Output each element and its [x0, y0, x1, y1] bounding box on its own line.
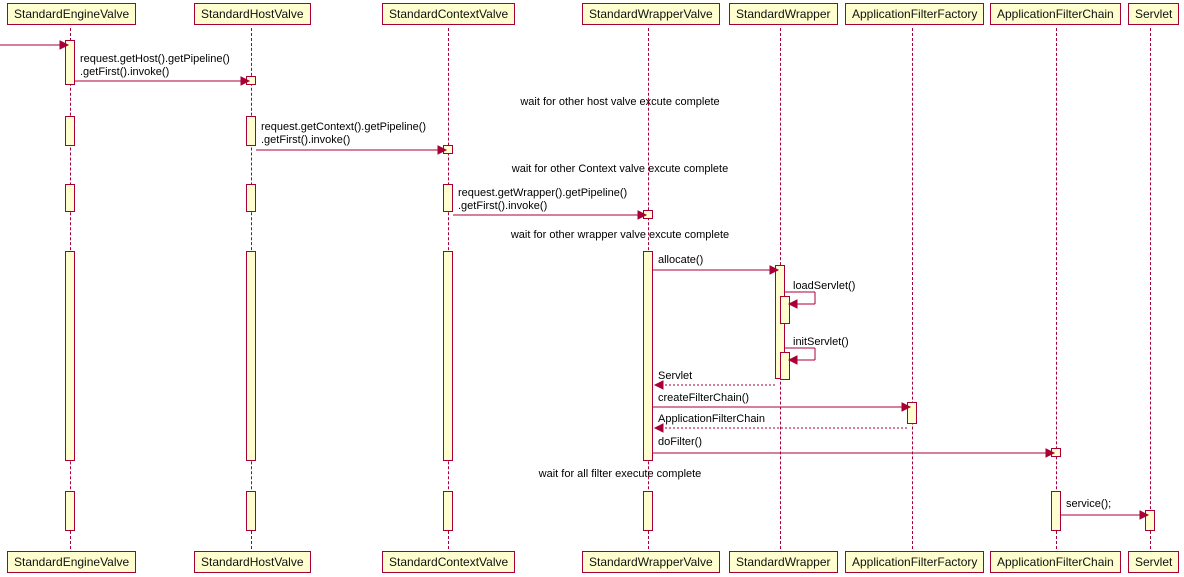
activation-engine-2 — [65, 116, 75, 146]
participant-filter-factory-top: ApplicationFilterFactory — [845, 3, 984, 25]
label-m2: request.getContext().getPipeline() .getF… — [261, 121, 426, 147]
participant-wrapper-valve-top: StandardWrapperValve — [582, 3, 720, 25]
activation-all-5-wrapper-valve — [643, 491, 653, 531]
wait1-text: wait for other host valve excute complet… — [420, 96, 820, 108]
participant-wrapper-bottom: StandardWrapper — [729, 551, 838, 573]
activation-context-4 — [443, 251, 453, 461]
lifeline-filter-factory — [912, 28, 913, 549]
participant-filter-chain-bottom: ApplicationFilterChain — [990, 551, 1121, 573]
activation-all-5-engine — [65, 491, 75, 531]
wait4-text: wait for all filter execute complete — [420, 468, 820, 480]
activation-engine-4 — [65, 251, 75, 461]
activation-all-5-context — [443, 491, 453, 531]
arrow-m6 — [785, 346, 825, 370]
arrow-m9 — [653, 423, 912, 433]
arrow-m7 — [653, 380, 780, 390]
participant-filter-chain-top: ApplicationFilterChain — [990, 3, 1121, 25]
arrow-m3 — [453, 210, 648, 220]
arrow-m4 — [653, 265, 780, 275]
participant-wrapper-valve-bottom: StandardWrapperValve — [582, 551, 720, 573]
activation-all-5-filter-chain — [1051, 491, 1061, 531]
lifeline-filter-chain — [1056, 28, 1057, 549]
arrow-m8 — [653, 402, 912, 412]
participant-engine-bottom: StandardEngineValve — [7, 551, 136, 573]
participant-wrapper-top: StandardWrapper — [729, 3, 838, 25]
wait3-text: wait for other wrapper valve excute comp… — [420, 229, 820, 241]
arrow-m5 — [785, 290, 825, 314]
activation-engine-3 — [65, 184, 75, 212]
activation-host-3 — [246, 184, 256, 212]
lifeline-servlet — [1150, 28, 1151, 549]
participant-servlet-top: Servlet — [1128, 3, 1179, 25]
activation-wrapper-valve-2 — [643, 251, 653, 461]
arrow-m10 — [653, 448, 1056, 458]
participant-host-bottom: StandardHostValve — [194, 551, 311, 573]
arrow-m1 — [75, 76, 251, 86]
wait2-text: wait for other Context valve excute comp… — [420, 163, 820, 175]
activation-all-5-host — [246, 491, 256, 531]
participant-context-bottom: StandardContextValve — [382, 551, 515, 573]
activation-host-2 — [246, 116, 256, 146]
activation-context-3 — [443, 184, 453, 212]
arrow-m2 — [256, 145, 448, 155]
participant-servlet-bottom: Servlet — [1128, 551, 1179, 573]
arrow-m11 — [1061, 510, 1150, 520]
participant-engine-top: StandardEngineValve — [7, 3, 136, 25]
participant-context-top: StandardContextValve — [382, 3, 515, 25]
participant-filter-factory-bottom: ApplicationFilterFactory — [845, 551, 984, 573]
participant-host-top: StandardHostValve — [194, 3, 311, 25]
arrow-external-in — [0, 40, 70, 50]
activation-host-4 — [246, 251, 256, 461]
